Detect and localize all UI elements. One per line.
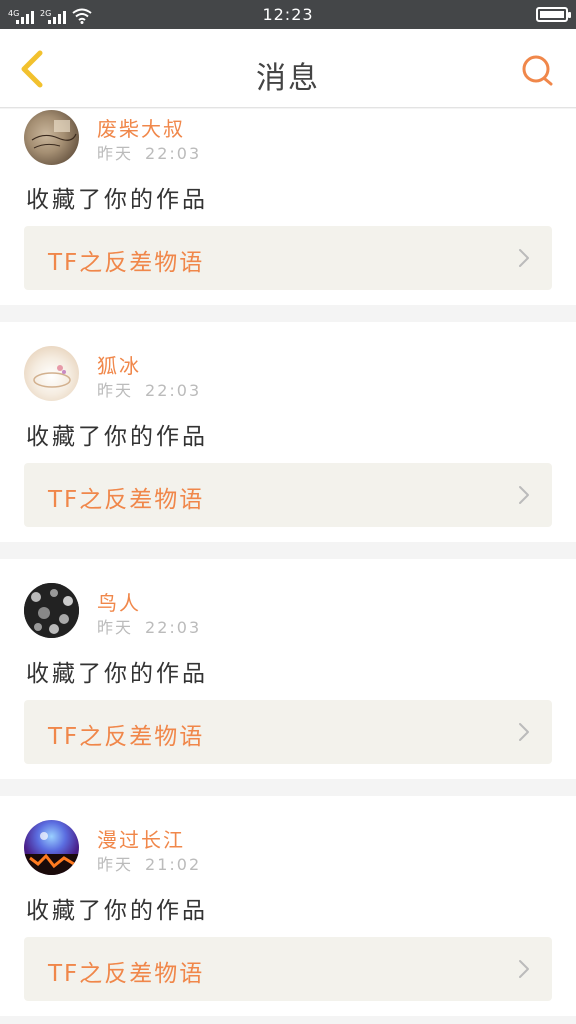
page-title: 消息 (256, 61, 320, 96)
time-label: 22:03 (145, 381, 202, 400)
time-label: 22:03 (145, 618, 202, 637)
date-label: 昨天 (97, 144, 134, 163)
notification-card: 鸟人 昨天 22:03 收藏了你的作品 TF之反差物语 (0, 559, 576, 779)
action-text: 收藏了你的作品 (26, 898, 208, 924)
chevron-right-icon (519, 486, 529, 504)
date-label: 昨天 (97, 381, 134, 400)
battery-icon (536, 7, 571, 22)
wifi-icon (72, 8, 92, 24)
avatar[interactable] (24, 820, 79, 875)
action-text: 收藏了你的作品 (26, 187, 208, 213)
work-link[interactable]: TF之反差物语 (24, 937, 552, 1001)
notification-card: 废柴大叔 昨天 22:03 收藏了你的作品 TF之反差物语 (0, 109, 576, 305)
nav-bar: 消息 (0, 29, 576, 108)
search-icon (522, 55, 553, 86)
username[interactable]: 漫过长江 (97, 824, 185, 853)
time-label: 22:03 (145, 144, 202, 163)
avatar[interactable] (24, 583, 79, 638)
date-label: 昨天 (97, 618, 134, 637)
action-text: 收藏了你的作品 (26, 661, 208, 687)
avatar[interactable] (24, 110, 79, 165)
chevron-right-icon (519, 249, 529, 267)
username[interactable]: 狐冰 (97, 350, 141, 379)
action-text: 收藏了你的作品 (26, 424, 208, 450)
username[interactable]: 废柴大叔 (97, 113, 185, 142)
date-label: 昨天 (97, 855, 134, 874)
chevron-right-icon (519, 723, 529, 741)
work-title: TF之反差物语 (48, 724, 205, 750)
search-button[interactable] (518, 51, 558, 91)
work-link[interactable]: TF之反差物语 (24, 700, 552, 764)
work-title: TF之反差物语 (48, 961, 205, 987)
timestamp: 昨天 22:03 (97, 614, 201, 638)
network-type-1: 4G (8, 8, 20, 18)
work-link[interactable]: TF之反差物语 (24, 463, 552, 527)
timestamp: 昨天 22:03 (97, 377, 201, 401)
signal-2g-icon: 2G (40, 8, 66, 24)
network-type-2: 2G (40, 8, 52, 18)
notification-list[interactable]: 废柴大叔 昨天 22:03 收藏了你的作品 TF之反差物语 狐冰 昨天 22:03 … (0, 109, 576, 1024)
time-label: 21:02 (145, 855, 202, 874)
timestamp: 昨天 21:02 (97, 851, 201, 875)
notification-card: 漫过长江 昨天 21:02 收藏了你的作品 TF之反差物语 (0, 796, 576, 1016)
work-title: TF之反差物语 (48, 250, 205, 276)
timestamp: 昨天 22:03 (97, 140, 201, 164)
signal-indicators: 4G 2G (8, 6, 92, 24)
avatar[interactable] (24, 346, 79, 401)
work-title: TF之反差物语 (48, 487, 205, 513)
username[interactable]: 鸟人 (97, 587, 141, 616)
work-link[interactable]: TF之反差物语 (24, 226, 552, 290)
status-time: 12:23 (262, 5, 314, 24)
chevron-right-icon (519, 960, 529, 978)
status-bar: 4G 2G 12:23 (0, 0, 576, 29)
notification-card: 狐冰 昨天 22:03 收藏了你的作品 TF之反差物语 (0, 322, 576, 542)
signal-4g-icon: 4G (8, 8, 34, 24)
